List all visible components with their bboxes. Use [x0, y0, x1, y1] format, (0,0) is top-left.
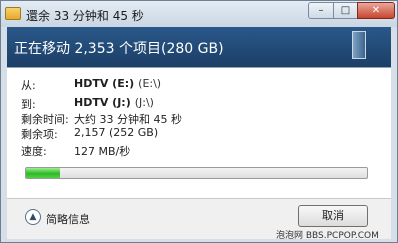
chevron-up-icon: ▲ [25, 209, 41, 225]
from-value: HDTV (E:) (E:\) [74, 77, 161, 90]
cancel-button[interactable]: 取消 [298, 205, 368, 227]
less-details-label: 简略信息 [46, 213, 90, 226]
operation-header: 正在移动 2,353 个项目(280 GB) [7, 27, 391, 67]
folder-icon [5, 7, 21, 20]
progress-bar-fill [26, 168, 61, 178]
close-button[interactable]: ✕ [357, 2, 395, 19]
copy-progress-dialog: 還余 33 分钟和 45 秒 – □ ✕ 正在移动 2,353 个项目(280 … [0, 0, 398, 243]
from-drive-path: (E:\) [138, 77, 162, 90]
speed-value: 127 MB/秒 [74, 145, 131, 158]
maximize-button[interactable]: □ [333, 2, 358, 19]
time-remaining-label: 剩余时间: [21, 113, 69, 126]
progress-bar [25, 167, 368, 179]
watermark: 泡泡网 BBS.PCPOP.COM [276, 231, 379, 241]
title-bar[interactable]: 還余 33 分钟和 45 秒 – □ ✕ [1, 1, 397, 27]
items-remaining-label: 剩余项: [21, 128, 58, 141]
speed-label: 速度: [21, 145, 47, 158]
minimize-button[interactable]: – [308, 2, 334, 19]
document-icon [352, 31, 366, 59]
to-drive-path: (J:\) [134, 96, 154, 109]
from-label: 从: [21, 79, 36, 92]
window-title: 還余 33 分钟和 45 秒 [26, 9, 144, 23]
from-drive-name: HDTV (E:) [74, 77, 135, 90]
time-remaining-value: 大约 33 分钟和 45 秒 [74, 113, 182, 126]
items-remaining-value: 2,157 (252 GB) [74, 126, 159, 139]
to-value: HDTV (J:) (J:\) [74, 96, 154, 109]
to-label: 到: [21, 98, 36, 111]
to-drive-name: HDTV (J:) [74, 96, 131, 109]
operation-title: 正在移动 2,353 个项目(280 GB) [14, 41, 224, 57]
